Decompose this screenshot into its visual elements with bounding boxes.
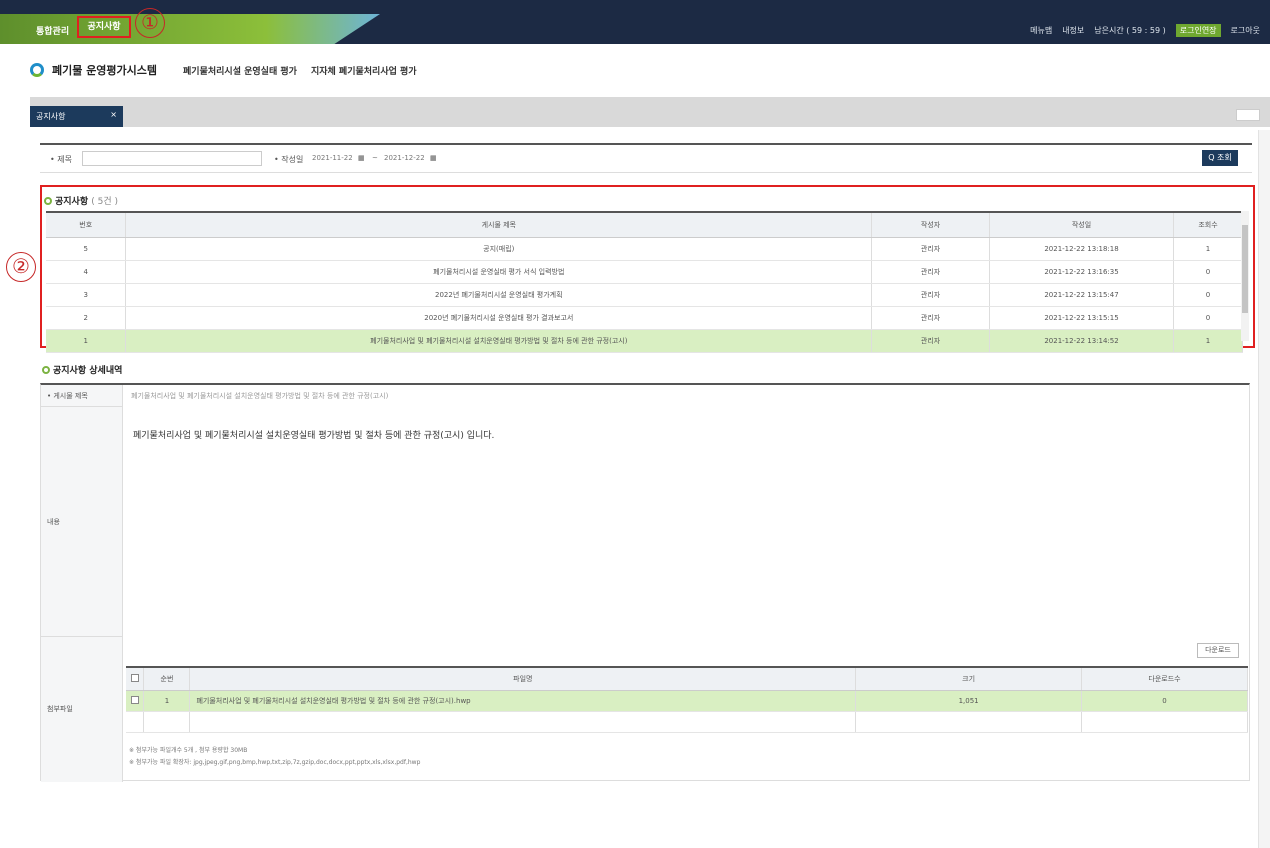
calendar-to-icon[interactable]: ▦: [430, 154, 437, 162]
table-row[interactable]: 4 폐기물처리시설 운영실태 평가 서식 입력방법 관리자 2021-12-22…: [46, 260, 1244, 284]
attachment-note-limit: ※ 첨부가능 파일개수 5개 , 첨부 용량합 30MB: [129, 747, 248, 754]
content-label: 내용: [41, 407, 123, 637]
notice-count: ( 5건 ): [91, 197, 119, 207]
table-row-selected[interactable]: 1 폐기물처리사업 및 폐기물처리시설 설치운영실태 평가방법 및 절차 등에 …: [46, 329, 1244, 353]
nav-facility-evaluation[interactable]: 폐기물처리시설 운영실태 평가: [183, 64, 297, 77]
top-right-utilities: 메뉴맵 내정보 남은시간 ( 59 : 59 ) 로그인연장 로그아웃: [1030, 24, 1260, 37]
subject-value: 폐기물처리사업 및 폐기물처리시설 설치운영실태 평가방법 및 절차 등에 관한…: [131, 392, 389, 400]
col-number: 번호: [46, 211, 127, 238]
title-filter-label: • 제목: [50, 155, 72, 164]
logo-icon: [30, 63, 44, 77]
content-body: 폐기물처리사업 및 폐기물처리시설 설치운영실태 평가방법 및 절차 등에 관한…: [133, 431, 495, 441]
table-row[interactable]: 3 2022년 폐기물처리시설 운영실태 평가계획 관리자 2021-12-22…: [46, 283, 1244, 307]
col-file-name: 파일명: [189, 666, 857, 691]
attachment-label: 첨부파일: [41, 637, 123, 782]
col-title: 게시물 제목: [125, 211, 873, 238]
subject-label: • 게시물 제목: [41, 385, 123, 407]
notice-detail-panel: • 게시물 제목 폐기물처리사업 및 폐기물처리시설 설치운영실태 평가방법 및…: [40, 383, 1250, 782]
notice-list-scrollbar[interactable]: [1241, 211, 1249, 341]
notice-table: 번호 게시물 제목 작성자 작성일 조회수 5 공지(매립) 관리자 2021-…: [46, 211, 1244, 353]
notice-list-section: 공지사항 ( 5건 ) 번호 게시물 제목 작성자 작성일 조회수 5 공지(매…: [40, 185, 1255, 353]
my-info-link[interactable]: 내정보: [1062, 25, 1084, 36]
annotation-marker-2: ②: [6, 252, 36, 282]
logout-link[interactable]: 로그아웃: [1231, 25, 1260, 36]
table-row[interactable]: 2 2020년 폐기물처리시설 운영실태 평가 결과보고서 관리자 2021-1…: [46, 306, 1244, 330]
menu-integrated-management[interactable]: 통합관리: [36, 24, 69, 37]
col-download-count: 다운로드수: [1081, 666, 1248, 691]
calendar-from-icon[interactable]: ▦: [358, 154, 365, 162]
section-bullet-icon: [44, 197, 52, 205]
col-views: 조회수: [1173, 211, 1244, 238]
tab-bar: 공지사항 ×: [30, 97, 1270, 127]
nav-local-gov-evaluation[interactable]: 지자체 폐기물처리사업 평가: [311, 64, 417, 77]
table-row[interactable]: 5 공지(매립) 관리자 2021-12-22 13:18:18 1: [46, 237, 1244, 261]
section-bullet-icon: [42, 366, 50, 374]
tab-notice-label: 공지사항: [36, 112, 66, 121]
file-row-empty: [126, 711, 1248, 733]
date-to-value[interactable]: 2021-12-22: [384, 154, 425, 162]
tab-notice[interactable]: 공지사항 ×: [30, 106, 123, 127]
attachment-table: 순번 파일명 크기 다운로드수 1 폐기물처리사업 및 폐기물처리시설 설치운영…: [126, 666, 1248, 733]
annotation-marker-1: ①: [135, 8, 165, 38]
top-bar: 통합관리 공지사항 메뉴맵 내정보 남은시간 ( 59 : 59 ) 로그인연장…: [0, 0, 1270, 44]
date-from-value[interactable]: 2021-11-22: [312, 154, 353, 162]
date-filter-label: • 작성일: [274, 155, 304, 164]
notice-list-title: 공지사항 ( 5건 ): [44, 194, 118, 207]
select-all-checkbox[interactable]: [126, 666, 145, 691]
extend-login-button[interactable]: 로그인연장: [1175, 24, 1221, 37]
page-scrollbar[interactable]: [1258, 130, 1270, 848]
date-separator: ~: [372, 154, 378, 162]
tab-scroll-controls[interactable]: [1236, 109, 1260, 121]
session-timer: 남은시간 ( 59 : 59 ): [1094, 26, 1166, 35]
scrollbar-thumb[interactable]: [1242, 225, 1248, 313]
file-name-link[interactable]: 폐기물처리사업 및 폐기물처리시설 설치운영실태 평가방법 및 절차 등에 관한…: [189, 690, 857, 712]
header-row: 폐기물 운영평가시스템 폐기물처리시설 운영실태 평가 지자체 폐기물처리사업 …: [30, 60, 417, 80]
detail-section-title: 공지사항 상세내역: [42, 363, 122, 376]
col-date: 작성일: [989, 211, 1174, 238]
attachment-note-extensions: ※ 첨부가능 파일 확장자: jpg,jpeg,gif,png,bmp,hwp,…: [129, 759, 421, 766]
col-file-number: 순번: [143, 666, 191, 691]
file-row[interactable]: 1 폐기물처리사업 및 폐기물처리시설 설치운영실태 평가방법 및 절차 등에 …: [126, 690, 1248, 712]
title-filter-input[interactable]: [82, 151, 262, 166]
download-button[interactable]: 다운로드: [1197, 643, 1239, 658]
file-checkbox[interactable]: [126, 690, 145, 712]
tab-close-icon[interactable]: ×: [110, 110, 117, 119]
menu-notice[interactable]: 공지사항: [77, 16, 131, 38]
menu-map-link[interactable]: 메뉴맵: [1030, 25, 1052, 36]
query-button[interactable]: Q 조회: [1202, 150, 1238, 166]
system-title[interactable]: 폐기물 운영평가시스템: [52, 62, 157, 78]
col-file-size: 크기: [855, 666, 1083, 691]
search-bar: • 제목 • 작성일 2021-11-22 ▦ ~ 2021-12-22 ▦ Q…: [40, 143, 1252, 173]
col-author: 작성자: [871, 211, 991, 238]
